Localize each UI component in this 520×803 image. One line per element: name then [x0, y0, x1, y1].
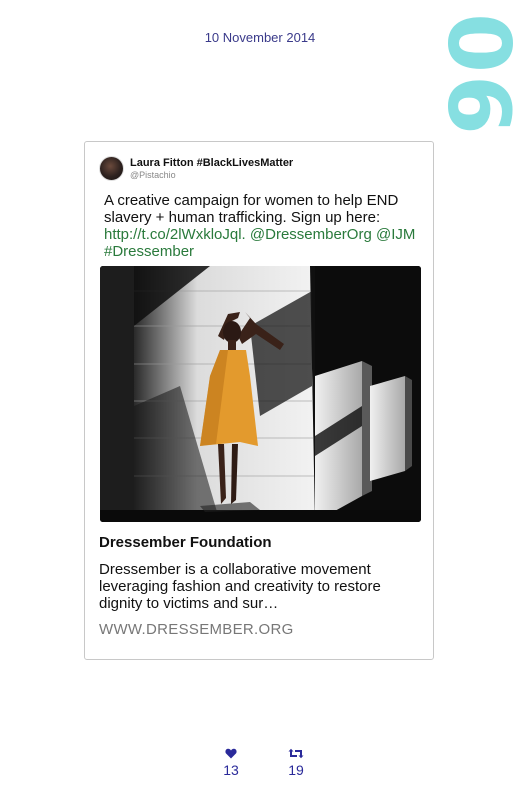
author-info: Laura Fitton #BlackLivesMatter @Pistachi…	[130, 157, 293, 181]
tweet-link[interactable]: http://t.co/2lWxkloJql.	[104, 226, 246, 243]
author-name[interactable]: Laura Fitton #BlackLivesMatter	[130, 157, 293, 170]
likes-count: 13	[223, 762, 239, 778]
link-domain[interactable]: WWW.DRESSEMBER.ORG	[99, 621, 294, 638]
tweet-number: 06	[428, 10, 520, 140]
link-title[interactable]: Dressember Foundation	[99, 534, 272, 551]
retweets-stat[interactable]: 19	[276, 748, 316, 778]
avatar[interactable]	[99, 156, 124, 181]
retweet-icon	[276, 748, 316, 762]
tweet-card[interactable]: Laura Fitton #BlackLivesMatter @Pistachi…	[84, 141, 434, 660]
photo-woman-orange-dress	[100, 266, 421, 522]
tweet-number-text: 06	[428, 13, 520, 137]
tweet-body: A creative campaign for women to help EN…	[104, 192, 399, 226]
author-handle[interactable]: @Pistachio	[130, 170, 293, 181]
heart-icon	[211, 748, 251, 762]
tweet-photo[interactable]	[100, 266, 421, 522]
link-description: Dressember is a collaborative movement l…	[99, 561, 381, 612]
likes-stat[interactable]: 13	[211, 748, 251, 778]
retweets-count: 19	[288, 762, 304, 778]
tweet-text: A creative campaign for women to help EN…	[104, 192, 424, 260]
tweet-author[interactable]: Laura Fitton #BlackLivesMatter @Pistachi…	[99, 156, 293, 181]
